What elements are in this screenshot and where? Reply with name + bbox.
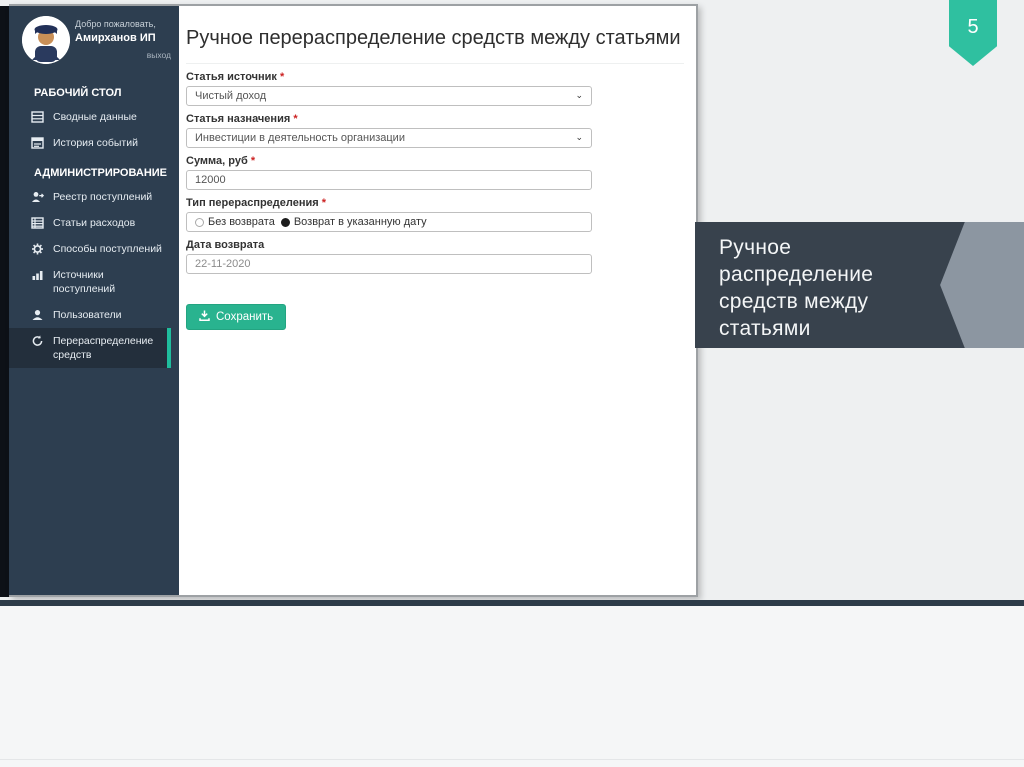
slide-number: 5: [967, 16, 979, 38]
required-marker: *: [293, 113, 298, 125]
sidebar-item-label: Перераспределение средств: [53, 335, 154, 361]
redistribution-type-label: Тип перераспределения *: [186, 197, 327, 209]
bar-chart-icon: [31, 269, 44, 281]
sidebar: Добро пожаловать, Амирханов ИП выход РАБ…: [9, 6, 179, 595]
destination-article-label: Статья назначения *: [186, 113, 298, 125]
required-marker: *: [250, 155, 256, 167]
sidebar-item-receipt-methods[interactable]: Способы поступлений: [9, 236, 171, 262]
required-marker: *: [280, 71, 285, 83]
source-article-select[interactable]: Чистый доход ⌄: [186, 86, 592, 106]
form-group-amount: Сумма, руб *: [186, 155, 592, 190]
footer-hairline: [0, 759, 1024, 760]
expense-articles-icon: [31, 217, 44, 229]
form-group-source: Статья источник * Чистый доход ⌄: [186, 71, 592, 106]
chevron-down-icon: ⌄: [575, 91, 583, 101]
save-icon: [199, 310, 210, 324]
receipts-registry-icon: [31, 191, 44, 203]
chevron-down-icon: ⌄: [575, 133, 583, 143]
sidebar-item-label: Статьи расходов: [53, 217, 136, 229]
radio-return-on-date[interactable]: [280, 217, 290, 227]
gear-icon: [31, 243, 44, 255]
sidebar-item-summary-data[interactable]: Сводные данные: [9, 104, 171, 130]
slide-footer: "БУК" 2020 http://godofsun.ru/web/login …: [0, 606, 1024, 767]
section-header-desktop: РАБОЧИЙ СТОЛ: [34, 87, 122, 99]
return-date-label: Дата возврата: [186, 239, 265, 251]
form-group-return-date: Дата возврата: [186, 239, 592, 274]
avatar: [22, 16, 70, 64]
sidebar-item-label: Реестр поступлений: [53, 191, 153, 203]
form-group-type: Тип перераспределения * Без возврата Воз…: [186, 197, 592, 232]
return-date-input[interactable]: [186, 254, 592, 274]
history-icon: [31, 137, 44, 149]
sidebar-item-receipts-registry[interactable]: Реестр поступлений: [9, 184, 171, 210]
user-panel: Добро пожаловать, Амирханов ИП выход: [9, 6, 179, 76]
app-window: Добро пожаловать, Амирханов ИП выход РАБ…: [9, 4, 698, 597]
redistribution-type-group: Без возврата Возврат в указанную дату: [186, 212, 592, 232]
amount-label: Сумма, руб *: [186, 155, 256, 167]
sidebar-item-label: Способы поступлений: [53, 243, 162, 255]
selected-option: Инвестиции в деятельность организации: [195, 132, 405, 144]
banner-title: Ручное распределение средств между стать…: [719, 236, 874, 340]
radio-return-on-date-label: Возврат в указанную дату: [293, 216, 427, 228]
side-banner: Ручное распределение средств между стать…: [695, 222, 1024, 348]
form-group-destination: Статья назначения * Инвестиции в деятель…: [186, 113, 592, 148]
sidebar-item-label: Пользователи: [53, 309, 122, 321]
page-title: Ручное перераспределение средств между с…: [186, 26, 684, 64]
sidebar-item-receipt-sources[interactable]: Источники поступлений: [9, 262, 171, 302]
logout-link[interactable]: выход: [147, 50, 171, 60]
selected-option: Чистый доход: [195, 90, 267, 102]
save-button-label: Сохранить: [216, 311, 274, 323]
save-button[interactable]: Сохранить: [186, 304, 287, 330]
sidebar-item-users[interactable]: Пользователи: [9, 302, 171, 328]
slide-number-ribbon: 5: [949, 0, 997, 66]
amount-input[interactable]: [186, 170, 592, 190]
presentation-slide: Добро пожаловать, Амирханов ИП выход РАБ…: [0, 0, 1024, 767]
screenshot-left-edge: [0, 6, 9, 597]
sidebar-item-label: Источники поступлений: [53, 269, 116, 295]
user-icon: [31, 309, 44, 321]
sidebar-item-funds-redistribution[interactable]: Перераспределение средств: [9, 328, 171, 368]
radio-no-return-label: Без возврата: [208, 216, 275, 228]
main-content: Ручное перераспределение средств между с…: [179, 6, 696, 595]
sidebar-item-label: Сводные данные: [53, 111, 137, 123]
sidebar-item-event-history[interactable]: История событий: [9, 130, 171, 156]
required-marker: *: [321, 197, 327, 209]
user-name: Амирханов ИП: [75, 32, 156, 44]
refresh-icon: [31, 335, 44, 347]
summary-table-icon: [31, 111, 44, 123]
source-article-label: Статья источник *: [186, 71, 285, 83]
sidebar-item-expense-articles[interactable]: Статьи расходов: [9, 210, 171, 236]
greeting-text: Добро пожаловать,: [75, 19, 156, 29]
radio-no-return[interactable]: [195, 217, 204, 227]
section-header-admin: АДМИНИСТРИРОВАНИЕ: [34, 167, 168, 179]
destination-article-select[interactable]: Инвестиции в деятельность организации ⌄: [186, 128, 592, 148]
sidebar-item-label: История событий: [53, 137, 138, 149]
